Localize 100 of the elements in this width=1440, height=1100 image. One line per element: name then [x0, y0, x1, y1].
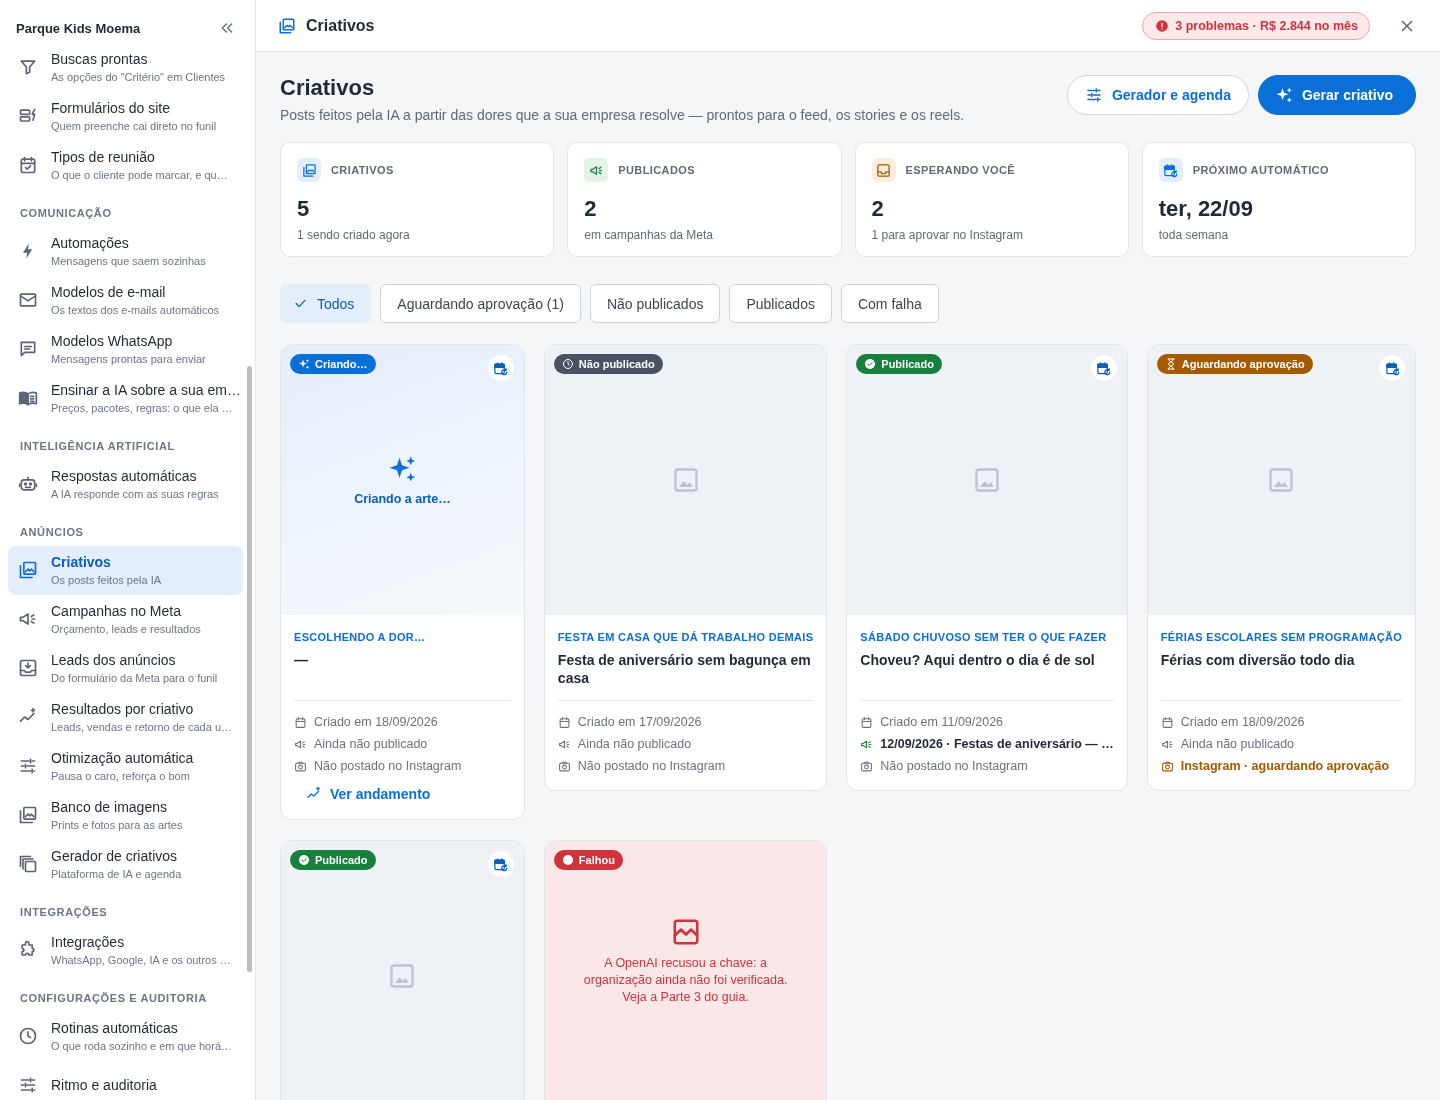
collapse-button[interactable] [219, 20, 235, 36]
nav-item[interactable]: Resultados por criativo Leads, vendas e retorno de cada u… [8, 693, 243, 742]
stat-value: ter, 22/09 [1158, 196, 1254, 222]
nav-item[interactable]: Leads dos anúncios Do formulário da Meta para o funil [8, 644, 243, 693]
generator-button[interactable]: Gerador e agenda [1066, 75, 1249, 115]
camera-icon [860, 759, 874, 773]
schedule-button[interactable] [1379, 355, 1405, 381]
schedule-button[interactable] [1090, 355, 1117, 381]
camera-icon [1160, 759, 1174, 773]
generate-button[interactable]: Gerar criativo [1257, 75, 1416, 115]
calendar-icon [860, 715, 874, 729]
calendar-icon [493, 360, 509, 376]
chevrons-icon [219, 20, 235, 36]
nav-item-subtitle: Leads, vendas e retorno de cada u… [51, 719, 232, 734]
nav-item-title: Formulários do site [51, 99, 172, 117]
workspace-name: Parque Kids Moema [16, 20, 141, 36]
nav-item[interactable]: Rotinas automáticas O que roda sozinho e em que horá… [8, 1012, 243, 1061]
nav-item-title: Automações [51, 234, 130, 252]
stat-note: 1 para aprovar no Instagram [871, 228, 1024, 242]
nav-item[interactable]: Integrações WhatsApp, Google, IA e os outros … [8, 926, 243, 975]
creative-title: Festa de aniversário sem bagunça em casa [557, 651, 812, 687]
nav-item-title: Otimização automática [51, 749, 194, 767]
nav-item[interactable]: Modelos de e-mail Os textos dos e-mails automáticos [8, 276, 243, 325]
stat-value: 5 [297, 196, 311, 222]
schedule-button[interactable] [487, 355, 514, 381]
nav-item-subtitle: Plataforma de IA e agenda [51, 866, 182, 881]
filter-tab[interactable]: Publicados [729, 284, 832, 323]
nav-item-subtitle: Os posts feitos pela IA [51, 572, 162, 587]
topic-label: FESTA EM CASA QUE DÁ TRABALHO DEMAIS [557, 631, 814, 643]
nav-item[interactable]: Campanhas no Meta Orçamento, leads e resultados [8, 595, 243, 644]
alert-text: 3 problemas · R$ 2.844 no mês [1175, 18, 1358, 33]
calendar-icon [557, 715, 571, 729]
nav-item[interactable]: Formulários do site Quem preenche cai direto no funil [8, 92, 243, 141]
progress-link[interactable]: Ver andamento [294, 777, 443, 803]
nav-item-title: Modelos WhatsApp [51, 332, 174, 350]
image-icon [18, 560, 38, 580]
nav-item[interactable]: Ensinar a IA sobre a sua em… Preços, pacotes, regras: o que ela … [8, 374, 243, 423]
section-heading: INTEGRAÇÕES [19, 905, 109, 920]
stat-label: ESPERANDO VOCÊ [905, 164, 1015, 176]
stat-value: 2 [871, 196, 885, 222]
filter-tab[interactable]: Aguardando aprovação (1) [380, 284, 581, 323]
stat-note: em campanhas da Meta [584, 228, 714, 242]
stat-value: 2 [584, 196, 598, 222]
nav-item[interactable]: Buscas prontas As opções do "Critério" em Clientes [8, 43, 243, 92]
check-icon [298, 854, 310, 866]
nav-item[interactable]: Respostas automáticas A IA responde com as suas regras [8, 460, 243, 509]
nav-item[interactable]: Criativos Os posts feitos pela IA [8, 546, 243, 595]
nav-item-title: Modelos de e-mail [51, 283, 167, 301]
schedule-button[interactable] [487, 851, 514, 877]
stat-label: CRIATIVOS [331, 164, 394, 176]
stat-note: 1 sendo criado agora [297, 228, 411, 242]
calendar-icon [1158, 158, 1183, 182]
page-title: Criativos [306, 16, 376, 35]
nav-item[interactable]: Ritmo e auditoria [8, 1061, 243, 1100]
chat-icon [18, 339, 38, 359]
nav-item[interactable]: Tipos de reunião O que o cliente pode marcar, e qu… [8, 141, 243, 190]
nav-item-title: Respostas automáticas [51, 467, 198, 485]
nav-item-title: Resultados por criativo [51, 700, 195, 718]
nav-item-title: Leads dos anúncios [51, 651, 177, 669]
filter-tab[interactable]: Com falha [840, 284, 939, 323]
filter-tab[interactable]: Todos [280, 284, 372, 323]
creative-title: Férias com diversão todo dia [1160, 651, 1356, 670]
meta-text: Não postado no Instagram [880, 758, 1028, 775]
creative-title: — [294, 651, 309, 670]
meta-text: Criado em 17/09/2026 [577, 714, 702, 731]
filter-tab[interactable]: Não publicados [589, 284, 721, 323]
section-heading: INTELIGÊNCIA ARTIFICIAL [19, 439, 176, 454]
nav-item-title: Banco de imagens [51, 798, 168, 816]
nav-item-subtitle: WhatsApp, Google, IA e os outros … [51, 952, 231, 967]
meta-text: Não postado no Instagram [577, 758, 726, 775]
badge-label: Publicado [315, 854, 368, 866]
meta-text: Ainda não publicado [314, 736, 428, 753]
nav-item[interactable]: Modelos WhatsApp Mensagens prontas para enviar [8, 325, 243, 374]
nav-item-title: Buscas prontas [51, 50, 149, 68]
nav-item[interactable]: Otimização automática Pausa o caro, reforça o bom [8, 742, 243, 791]
download-icon [18, 658, 38, 678]
nav-item[interactable]: Gerador de criativos Plataforma de IA e agenda [8, 840, 243, 889]
scrollbar[interactable] [247, 366, 252, 972]
meta-text: Não postado no Instagram [314, 758, 462, 775]
meta-text: Criado em 18/09/2026 [314, 714, 438, 731]
camera-icon [294, 759, 307, 773]
nav-item-title: Ritmo e auditoria [51, 1076, 157, 1094]
stat-note: toda semana [1158, 228, 1230, 242]
nav-item-title: Tipos de reunião [51, 148, 156, 166]
section-heading: CONFIGURAÇÕES E AUDITORIA [19, 991, 208, 1006]
clock-icon [561, 358, 574, 370]
nav-item[interactable]: Banco de imagens Prints e fotos para as artes [8, 791, 243, 840]
image-placeholder-icon [973, 466, 1002, 494]
image-placeholder-icon [671, 466, 700, 494]
sparkles-icon [1274, 86, 1293, 104]
topic-label: ESCOLHENDO A DOR… [294, 631, 427, 643]
calendar-icon [1384, 360, 1400, 376]
nav-item-title: Campanhas no Meta [51, 602, 182, 620]
nav-item-title: Criativos [51, 553, 112, 571]
sliders-icon [18, 1075, 38, 1095]
creative-title: Choveu? Aqui dentro o dia é de sol [860, 651, 1096, 670]
alert-icon [1155, 18, 1170, 33]
alert-pill[interactable]: 3 problemas · R$ 2.844 no mês [1142, 11, 1370, 40]
nav-item[interactable]: Automações Mensagens que saem sozinhas [8, 227, 243, 276]
image-placeholder-icon [1267, 466, 1296, 494]
